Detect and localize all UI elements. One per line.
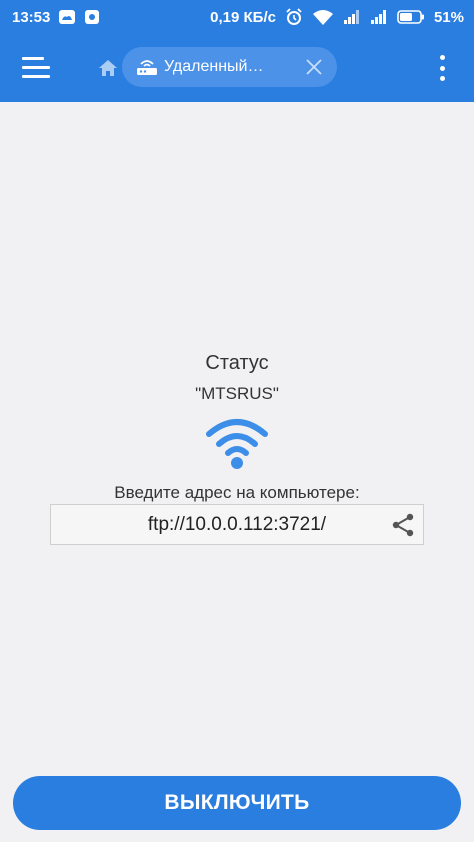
network-name: "MTSRUS" [195,384,279,403]
tab-label: Удаленный… [164,58,264,75]
ftp-address-field[interactable]: ftp://10.0.0.112:3721/ [50,504,424,545]
close-icon[interactable] [305,58,323,76]
main-content: Статус "MTSRUS" Введите адрес на компьют… [0,102,474,842]
battery-percent: 51% [433,8,464,26]
weather-icon [58,9,76,25]
wifi-icon [205,416,269,470]
alarm-icon [285,8,303,26]
battery-icon [397,10,425,24]
status-title: Статус [205,352,269,374]
network-speed: 0,19 КБ/с [210,8,276,26]
app-bar: Удаленный… [0,34,474,102]
wifi-status-icon [312,9,334,25]
share-icon[interactable] [391,513,415,537]
tab-remote-manager[interactable]: Удаленный… [122,47,337,87]
status-bar: 13:53 0,19 КБ/с 51% [0,0,474,34]
status-time: 13:53 [12,8,51,26]
more-vert-icon[interactable] [430,54,454,82]
signal-icon [343,9,361,25]
address-label: Введите адрес на компьютере: [114,483,360,502]
turn-off-button[interactable]: ВЫКЛЮЧИТЬ [13,776,461,830]
menu-icon[interactable] [22,56,50,80]
router-icon [136,58,158,76]
app-notification-icon [84,9,100,25]
home-icon[interactable] [98,58,118,78]
ftp-address: ftp://10.0.0.112:3721/ [147,513,327,535]
signal-icon-2 [370,9,388,25]
